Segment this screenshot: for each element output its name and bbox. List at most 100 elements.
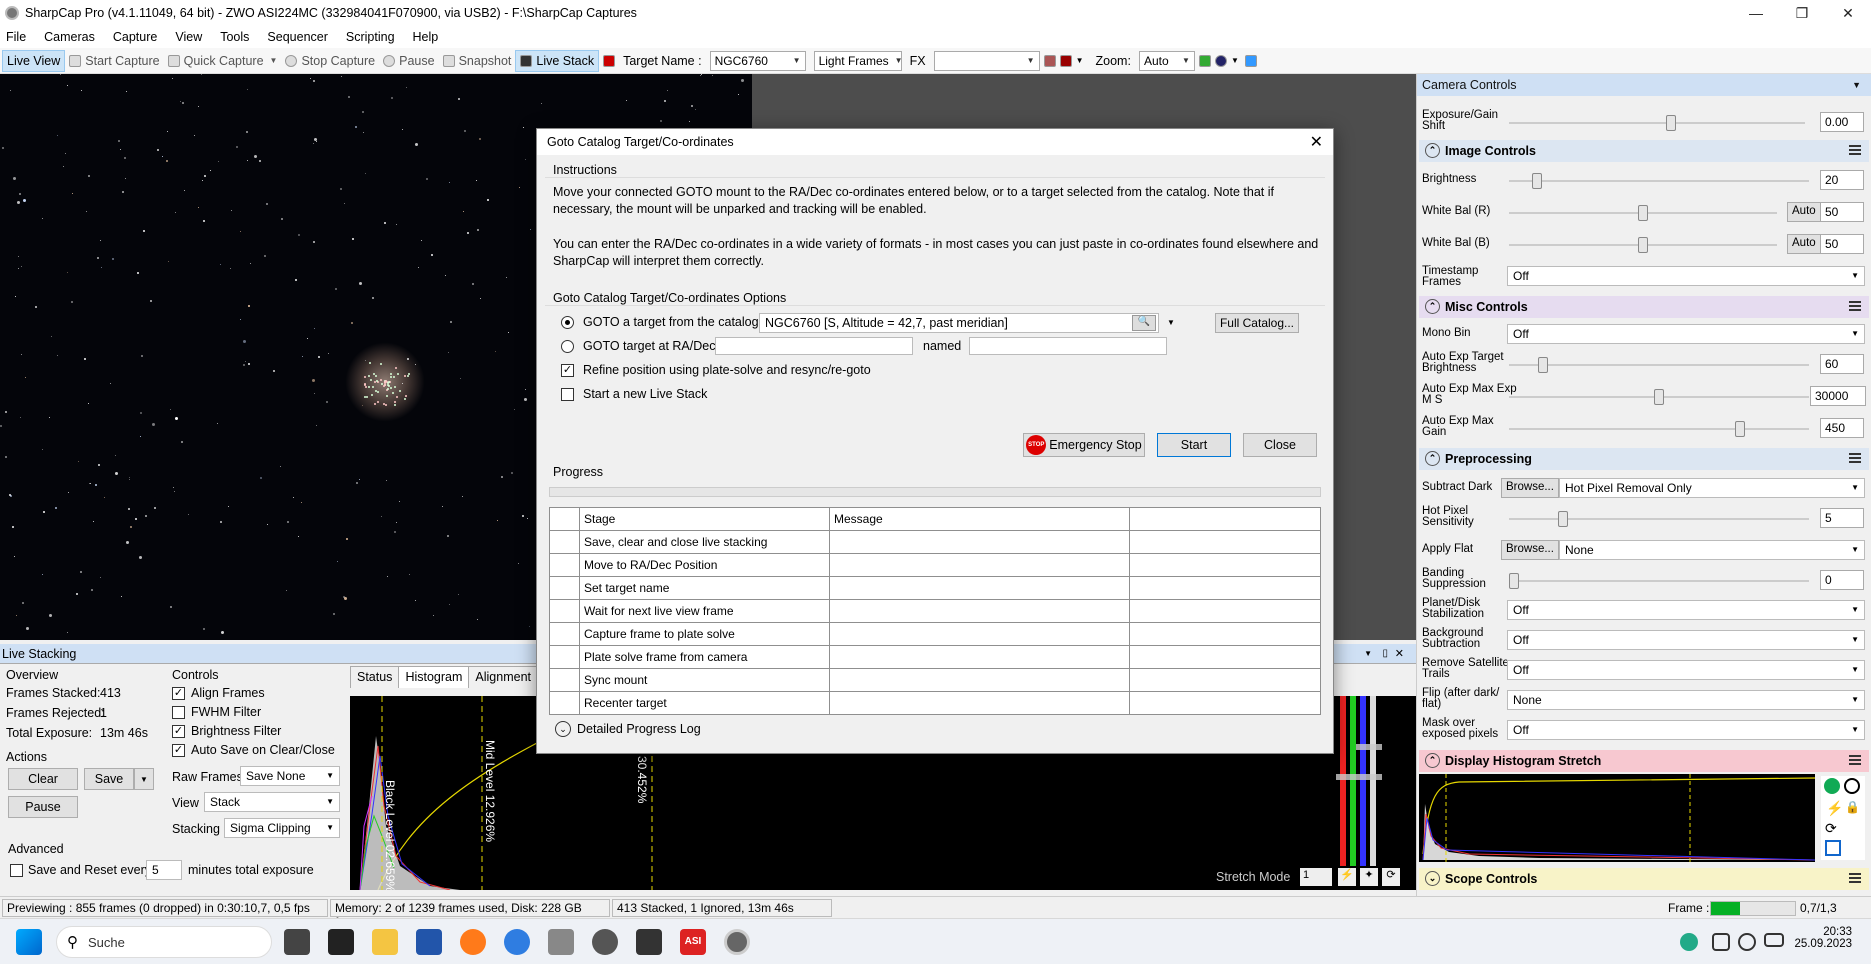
clock[interactable]: 20:33 25.09.2023 [1792,926,1852,950]
restore-icon[interactable]: ❐ [1779,0,1825,26]
detailed-progress-log-toggle[interactable]: Detailed Progress Log [577,722,701,736]
align-frames-checkbox[interactable]: ✓ [172,687,185,700]
auto-exp-target-value[interactable]: 60 [1820,354,1864,374]
planet-stabilization-select[interactable]: Off ▼ [1507,600,1865,620]
close-button[interactable]: Close [1243,433,1317,457]
apply-flat-browse-button[interactable]: Browse... [1501,540,1559,560]
save-icon[interactable] [1825,840,1841,856]
slider-thumb[interactable] [1538,357,1548,373]
tab-histogram[interactable]: Histogram [398,666,470,688]
slider-thumb[interactable] [1638,205,1648,221]
slider-thumb[interactable] [1532,173,1542,189]
white-bal-b-value[interactable]: 50 [1820,234,1864,254]
auto-exp-target-slider[interactable] [1509,357,1809,373]
stretch-mode-stepper[interactable]: 1 [1300,868,1332,886]
menu-tools[interactable]: Tools [220,30,249,44]
banding-slider[interactable] [1509,573,1809,589]
white-bal-r-value[interactable]: 50 [1820,202,1864,222]
subtract-dark-select[interactable]: Hot Pixel Removal Only ▼ [1559,478,1865,498]
taskbar-search[interactable]: ⚲ Suche [56,926,272,958]
close-window-icon[interactable]: ✕ [1825,0,1871,26]
satellite-trails-select[interactable]: Off ▼ [1507,660,1865,680]
image-controls-section[interactable]: ⌃ Image Controls [1419,140,1869,162]
save-dropdown-icon[interactable]: ▼ [134,768,154,790]
radec-input[interactable] [715,337,913,355]
hot-pixel-slider[interactable] [1509,511,1809,527]
target-name-input[interactable] [969,337,1167,355]
brightness-value[interactable]: 20 [1820,170,1864,190]
search-icon[interactable]: 🔍 [1132,315,1156,331]
white-bal-r-slider[interactable] [1509,205,1777,221]
menu-cameras[interactable]: Cameras [44,30,95,44]
magnifier-icon[interactable] [1214,54,1227,67]
tools-icon[interactable] [1244,54,1257,67]
pin-icon[interactable]: ▯ [1382,648,1388,659]
lightning-icon[interactable]: ⚡ [1826,800,1843,817]
goto-radec-radio[interactable] [561,340,574,353]
new-live-stack-checkbox[interactable] [561,388,574,401]
slider-thumb[interactable] [1735,421,1745,437]
channel-level-sliders[interactable] [1336,696,1382,866]
banding-value[interactable]: 0 [1820,570,1864,590]
slider-thumb[interactable] [1654,389,1664,405]
misc-controls-section[interactable]: ⌃ Misc Controls [1419,296,1869,318]
save-reset-minutes[interactable]: 5 [146,860,182,880]
save-button[interactable]: Save [84,768,134,790]
scope-controls-section[interactable]: ⌄ Scope Controls [1419,868,1869,890]
mask-select[interactable]: Off ▼ [1507,720,1865,740]
close-icon[interactable]: ✕ [1395,647,1404,660]
menu-scripting[interactable]: Scripting [346,30,395,44]
auto-save-checkbox[interactable]: ✓ [172,744,185,757]
menu-icon[interactable] [1849,873,1861,883]
close-icon[interactable]: ✕ [1310,132,1323,152]
menu-icon[interactable] [1849,453,1861,463]
quick-capture-button[interactable]: Quick Capture ▼ [164,50,282,72]
firefox-icon[interactable] [460,929,486,955]
contrast-icon[interactable] [1844,778,1860,794]
white-bal-b-slider[interactable] [1509,237,1777,253]
white-bal-b-auto-button[interactable]: Auto [1787,234,1821,254]
menu-view[interactable]: View [175,30,202,44]
lock-icon[interactable]: 🔒 [1845,800,1860,814]
fwhm-filter-checkbox[interactable] [172,706,185,719]
start-button[interactable]: Start [1157,433,1231,457]
timestamp-frames-select[interactable]: Off ▼ [1507,266,1865,286]
display-histogram-section[interactable]: ⌃ Display Histogram Stretch [1419,750,1869,772]
snapshot-button[interactable]: Snapshot [439,50,516,72]
fx-select[interactable]: ▼ [933,50,1040,71]
flip-select[interactable]: None ▼ [1507,690,1865,710]
menu-capture[interactable]: Capture [113,30,157,44]
auto-exp-max-gain-slider[interactable] [1509,421,1809,437]
battery-icon[interactable] [1764,933,1784,947]
minimize-icon[interactable]: — [1733,0,1779,26]
thunderbird-icon[interactable] [504,929,530,955]
file-explorer-icon[interactable] [372,929,398,955]
slider-thumb[interactable] [1558,511,1568,527]
asi-studio-icon[interactable]: ASI [680,929,706,955]
start-capture-button[interactable]: Start Capture [65,50,163,72]
chevron-down-icon[interactable]: ▼ [1076,56,1084,65]
floppy-app-icon[interactable] [416,929,442,955]
target-name-combo[interactable]: NGC6760 ▼ [709,50,806,71]
subtract-dark-browse-button[interactable]: Browse... [1501,478,1559,498]
planetarium-icon[interactable] [592,929,618,955]
chevron-down-icon[interactable]: ▼ [1163,313,1179,333]
save-reset-checkbox[interactable] [10,864,23,877]
stacking-select[interactable]: Sigma Clipping ▼ [224,818,340,838]
white-bal-r-auto-button[interactable]: Auto [1787,202,1821,222]
astro-tool-icon[interactable] [636,929,662,955]
stop-capture-button[interactable]: Stop Capture [281,50,379,72]
live-view-button[interactable]: Live View [2,49,66,72]
apply-flat-select[interactable]: None ▼ [1559,540,1865,560]
record-icon[interactable] [1043,54,1056,67]
clear-button[interactable]: Clear [8,768,78,790]
auto-stretch-icon[interactable] [1824,778,1840,794]
terminal-icon[interactable] [328,929,354,955]
hot-pixel-value[interactable]: 5 [1820,508,1864,528]
display-histogram[interactable] [1419,774,1816,862]
security-icon[interactable] [1680,933,1698,951]
volume-icon[interactable] [1738,933,1756,951]
chevron-down-icon[interactable]: ▼ [1364,649,1372,658]
auto-exp-max-ms-slider[interactable] [1509,389,1809,405]
lightning-icon[interactable]: ⚡ [1338,868,1356,886]
